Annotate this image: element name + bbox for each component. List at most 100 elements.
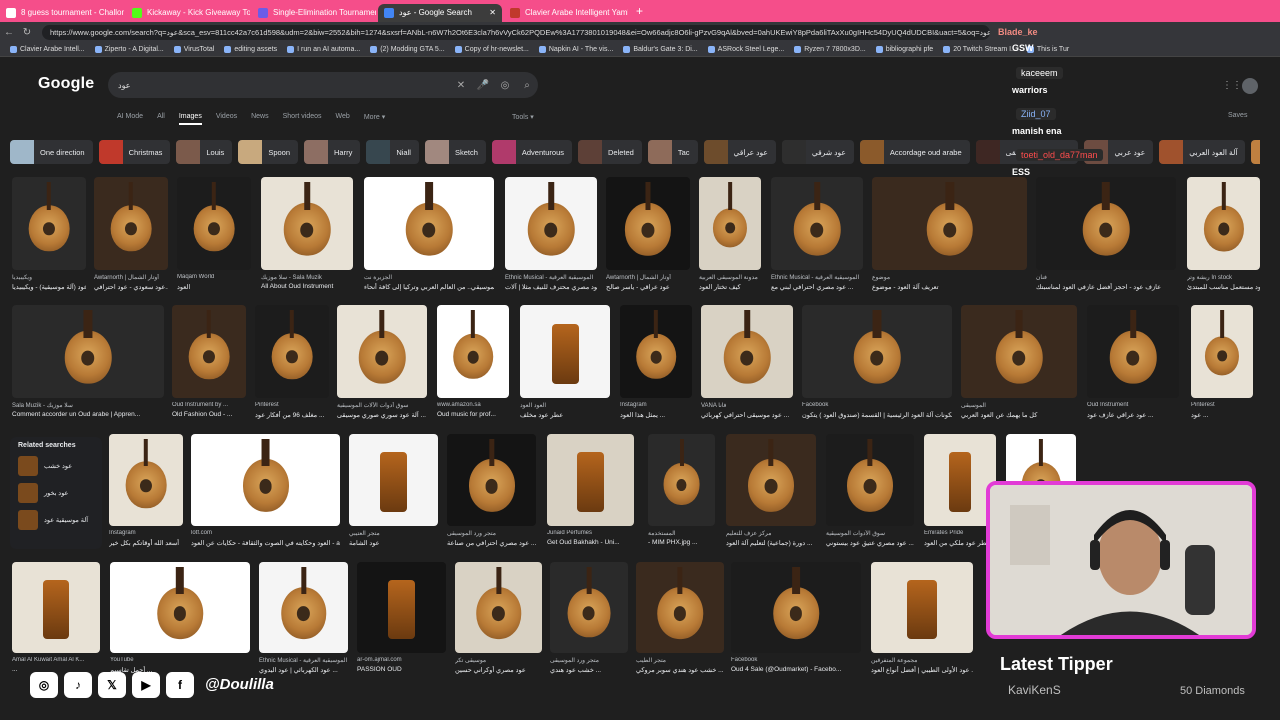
bookmark-item[interactable]: Baldur's Gate 3: Di...: [623, 45, 698, 53]
image-source[interactable]: Ethnic Musical - الموسيقية العرقية: [505, 274, 597, 281]
image-result[interactable]: [12, 177, 86, 270]
image-result[interactable]: [94, 177, 168, 270]
image-result[interactable]: [871, 562, 973, 653]
image-title[interactable]: عود مصري محترف للنيف مثلا | آلات...: [505, 283, 597, 291]
image-source[interactable]: YouTube: [110, 657, 250, 663]
browser-tab[interactable]: عود - Google Search ✕: [378, 3, 502, 22]
bookmark-item[interactable]: Ryzen 7 7800x3D...: [794, 45, 866, 53]
image-source[interactable]: Ethnic Musical - الموسيقية العرقية: [259, 657, 348, 664]
image-source[interactable]: VANA فانا: [701, 402, 793, 409]
image-source[interactable]: Oud Instrument: [1087, 402, 1179, 408]
image-result[interactable]: [699, 177, 761, 270]
image-title[interactable]: آلة عود سوري صوري موسيقى ...: [337, 411, 427, 419]
image-result[interactable]: [1191, 305, 1253, 398]
search-chip[interactable]: Adventurous: [491, 140, 572, 164]
image-source[interactable]: فنان: [1036, 274, 1176, 281]
image-title[interactable]: عود مصري احترافي لبني مع ...: [771, 283, 863, 291]
image-source[interactable]: متجر ورد الموسيقى: [447, 530, 536, 537]
image-source[interactable]: متجر الطيب: [636, 657, 724, 664]
image-title[interactable]: Oud music for prof...: [437, 411, 509, 418]
image-title[interactable]: تعريف آلة العود - موضوع: [872, 283, 1027, 291]
image-result[interactable]: [172, 305, 246, 398]
account-avatar[interactable]: [1242, 78, 1258, 94]
image-result[interactable]: [620, 305, 692, 398]
search-chip[interactable]: Louis: [176, 140, 233, 164]
image-result[interactable]: [826, 434, 914, 526]
image-title[interactable]: أسعد الله أوقاتكم بكل خير: [109, 539, 183, 547]
search-chip[interactable]: Deleted: [578, 140, 642, 164]
image-result[interactable]: [364, 177, 494, 270]
bookmark-item[interactable]: Clavier Arabe Intell...: [10, 45, 85, 53]
search-chip[interactable]: Sketch: [424, 140, 486, 164]
image-title[interactable]: خشب عود هندي ...: [550, 666, 628, 674]
image-source[interactable]: Sala Muzik - سلا موزيك: [12, 402, 164, 409]
image-result[interactable]: [261, 177, 353, 270]
tab-close-icon[interactable]: ✕: [489, 8, 496, 17]
search-chip[interactable]: عود شرقي: [781, 140, 854, 164]
image-title[interactable]: PASSION OUD: [357, 666, 446, 673]
image-source[interactable]: موسيقى تكر: [455, 657, 542, 664]
image-title[interactable]: Oud 4 Sale (@Oudmarket) - Facebo...: [731, 666, 861, 673]
clear-icon[interactable]: ✕: [450, 80, 472, 91]
image-source[interactable]: Amal Al Kuwait Amal Al K...: [12, 657, 100, 663]
image-result[interactable]: [520, 305, 610, 398]
saves-button[interactable]: Saves: [1228, 112, 1247, 119]
search-input[interactable]: عود: [118, 81, 450, 90]
image-result[interactable]: [606, 177, 690, 270]
image-title[interactable]: خشب عود هندي سوبر مروكي ...: [636, 666, 724, 674]
image-source[interactable]: Instagram: [620, 402, 692, 408]
image-result[interactable]: [701, 305, 793, 398]
image-result[interactable]: [547, 434, 634, 526]
filter-tab[interactable]: News: [251, 113, 269, 125]
image-source[interactable]: ar-om.ajmal.com: [357, 657, 446, 663]
reload-icon[interactable]: ↻: [18, 27, 36, 38]
image-result[interactable]: [550, 562, 628, 653]
image-result[interactable]: [726, 434, 816, 526]
image-source[interactable]: العود العود: [520, 402, 610, 409]
search-chip[interactable]: Spoon: [238, 140, 298, 164]
image-source[interactable]: Instagram: [109, 530, 183, 536]
image-result[interactable]: [771, 177, 863, 270]
image-source[interactable]: Maqam World: [177, 274, 251, 280]
image-title[interactable]: عود عراقي عازف عود ...: [1087, 411, 1179, 419]
bookmark-item[interactable]: 20 Twitch Stream I...: [943, 45, 1017, 53]
search-box[interactable]: عود ✕ 🎤 ◎ ⌕: [108, 72, 538, 98]
image-title[interactable]: العود الموسيقي.. من العالم العربي وتركيا…: [364, 283, 494, 291]
image-title[interactable]: يمثل هذا العود ...: [620, 411, 692, 419]
image-title[interactable]: دورة (جماعية) لتعليم آلة العود ...: [726, 539, 816, 547]
bookmark-item[interactable]: Copy of hr-newslet...: [454, 45, 529, 53]
related-search-item[interactable]: عود بخور: [18, 483, 102, 503]
bookmark-item[interactable]: Ziperto - A Digital...: [94, 45, 164, 53]
filter-tab[interactable]: Short videos: [283, 113, 322, 125]
filter-tab[interactable]: Videos: [216, 113, 237, 125]
image-title[interactable]: عود سعودي - عود احترافي...: [94, 283, 168, 291]
image-result[interactable]: [455, 562, 542, 653]
image-result[interactable]: [505, 177, 597, 270]
image-result[interactable]: [12, 305, 164, 398]
image-title[interactable]: - MIM PHX.jpg ...: [648, 539, 715, 546]
search-chip[interactable]: One direction: [10, 140, 93, 164]
image-title[interactable]: مكونات آلة العود الرئيسية | القسمة (صندو…: [802, 411, 952, 419]
image-source[interactable]: lotf.com: [191, 530, 340, 536]
image-result[interactable]: [731, 562, 861, 653]
filter-tab[interactable]: AI Mode: [117, 113, 143, 125]
image-source[interactable]: ويكيبيديا: [12, 274, 86, 281]
bookmark-item[interactable]: ASRock Steel Lege...: [707, 45, 784, 53]
image-title[interactable]: عود الأولى الطيبي | أفضل أنواع العود ...: [871, 666, 973, 674]
image-result[interactable]: [1187, 177, 1260, 270]
image-title[interactable]: All About Oud Instrument: [261, 283, 353, 290]
image-title[interactable]: عود ...: [1191, 411, 1253, 419]
image-source[interactable]: ريشة وتر In stock: [1187, 274, 1260, 281]
image-source[interactable]: مركز عزف للتعليم: [726, 530, 816, 537]
bookmark-item[interactable]: VirusTotal: [173, 45, 214, 53]
lens-icon[interactable]: ◎: [494, 80, 516, 91]
image-result[interactable]: [109, 434, 183, 526]
image-title[interactable]: عود عراقي - ياسر صالح: [606, 283, 690, 291]
image-title[interactable]: عطر عود مخلف: [520, 411, 610, 419]
search-chip[interactable]: Harry: [304, 140, 361, 164]
image-title[interactable]: عود الشامة: [349, 539, 438, 547]
image-result[interactable]: [648, 434, 715, 526]
image-title[interactable]: عود مصري أوكراني حسين: [455, 666, 542, 674]
bookmark-item[interactable]: editing assets: [224, 45, 277, 53]
image-source[interactable]: Pinterest: [255, 402, 329, 408]
